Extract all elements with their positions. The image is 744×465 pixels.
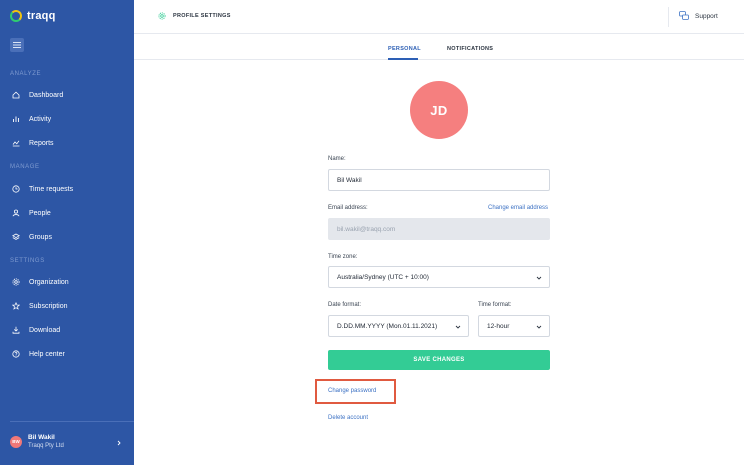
sidebar-item-people[interactable]: People bbox=[0, 203, 134, 223]
clock-icon bbox=[12, 185, 20, 193]
reports-icon bbox=[12, 140, 20, 147]
page-title: PROFILE SETTINGS bbox=[158, 12, 231, 20]
brand-name: traqq bbox=[27, 10, 56, 22]
sidebar-item-activity[interactable]: Activity bbox=[0, 109, 134, 129]
sidebar-item-label: Dashboard bbox=[29, 91, 64, 99]
sidebar-item-label: Help center bbox=[29, 350, 65, 358]
gear-icon bbox=[158, 12, 166, 20]
delete-account-link[interactable]: Delete account bbox=[328, 415, 368, 421]
page-title-text: PROFILE SETTINGS bbox=[173, 13, 231, 19]
chevron-right-icon bbox=[117, 440, 121, 446]
chat-icon bbox=[679, 11, 689, 20]
sidebar: traqq ANALYZE Dashboard Activity Reports… bbox=[0, 0, 134, 465]
timezone-value: Australia/Sydney (UTC + 10:00) bbox=[337, 273, 429, 281]
email-field: bil.wakil@traqq.com bbox=[328, 218, 550, 240]
sidebar-item-dashboard[interactable]: Dashboard bbox=[0, 85, 134, 105]
support-button[interactable]: Support bbox=[679, 11, 718, 21]
sidebar-item-label: Groups bbox=[29, 233, 52, 241]
sidebar-item-reports[interactable]: Reports bbox=[0, 133, 134, 153]
timezone-select[interactable]: Australia/Sydney (UTC + 10:00) bbox=[328, 266, 550, 288]
top-bar: PROFILE SETTINGS Support bbox=[134, 0, 744, 34]
user-profile-menu[interactable]: BW Bil Wakil Traqq Pty Ltd bbox=[10, 434, 126, 449]
email-value: bil.wakil@traqq.com bbox=[337, 225, 396, 233]
time-format-value: 12-hour bbox=[487, 322, 510, 330]
sidebar-item-download[interactable]: Download bbox=[0, 320, 134, 340]
sidebar-item-help-center[interactable]: Help center bbox=[0, 344, 134, 364]
sidebar-item-label: Organization bbox=[29, 278, 69, 286]
sidebar-item-time-requests[interactable]: Time requests bbox=[0, 179, 134, 199]
download-icon bbox=[12, 326, 20, 334]
time-format-label: Time format: bbox=[478, 302, 512, 308]
change-password-link[interactable]: Change password bbox=[328, 388, 376, 394]
name-value: Bil Wakil bbox=[337, 176, 362, 184]
tab-notifications[interactable]: NOTIFICATIONS bbox=[447, 46, 493, 52]
user-name: Bil Wakil bbox=[28, 434, 55, 441]
help-icon bbox=[12, 350, 20, 358]
date-format-label: Date format: bbox=[328, 302, 362, 308]
email-label: Email address: bbox=[328, 205, 368, 211]
save-changes-button[interactable]: SAVE CHANGES bbox=[328, 350, 550, 370]
time-format-select[interactable]: 12-hour bbox=[478, 315, 550, 337]
active-tab-indicator bbox=[388, 58, 418, 60]
chevron-down-icon bbox=[455, 325, 461, 329]
sidebar-item-label: Reports bbox=[29, 139, 54, 147]
timezone-label: Time zone: bbox=[328, 254, 358, 260]
section-label-analyze: ANALYZE bbox=[10, 71, 42, 77]
profile-avatar[interactable]: JD bbox=[410, 81, 468, 139]
avatar: BW bbox=[10, 435, 22, 448]
people-icon bbox=[12, 209, 20, 217]
home-icon bbox=[12, 91, 20, 99]
sidebar-item-label: People bbox=[29, 209, 51, 217]
sidebar-item-label: Subscription bbox=[29, 302, 68, 310]
date-format-select[interactable]: D.DD.MM.YYYY (Mon.01.11.2021) bbox=[328, 315, 469, 337]
user-company: Traqq Pty Ltd bbox=[28, 443, 64, 449]
header-divider bbox=[668, 7, 669, 27]
sidebar-item-label: Activity bbox=[29, 115, 52, 123]
gear-icon bbox=[12, 278, 20, 286]
tab-personal[interactable]: PERSONAL bbox=[388, 46, 421, 52]
sidebar-item-subscription[interactable]: Subscription bbox=[0, 296, 134, 316]
groups-icon bbox=[12, 233, 20, 240]
section-label-manage: MANAGE bbox=[10, 164, 40, 170]
user-info: Bil Wakil Traqq Pty Ltd bbox=[28, 434, 64, 449]
section-label-settings: SETTINGS bbox=[10, 258, 45, 264]
chevron-down-icon bbox=[536, 325, 542, 329]
traqq-logo-icon bbox=[10, 10, 22, 22]
star-icon bbox=[12, 302, 20, 310]
activity-icon bbox=[13, 116, 19, 122]
settings-tabs: PERSONAL NOTIFICATIONS bbox=[134, 34, 744, 60]
menu-toggle-button[interactable] bbox=[10, 38, 24, 52]
hamburger-icon bbox=[13, 42, 21, 48]
support-label: Support bbox=[695, 12, 718, 20]
name-label: Name: bbox=[328, 156, 346, 162]
name-field[interactable]: Bil Wakil bbox=[328, 169, 550, 191]
sidebar-item-label: Time requests bbox=[29, 185, 74, 193]
sidebar-item-organization[interactable]: Organization bbox=[0, 272, 134, 292]
change-email-link[interactable]: Change email address bbox=[488, 205, 548, 211]
sidebar-item-label: Download bbox=[29, 326, 61, 334]
sidebar-divider bbox=[10, 421, 134, 422]
chevron-down-icon bbox=[536, 276, 542, 280]
sidebar-item-groups[interactable]: Groups bbox=[0, 227, 134, 247]
date-format-value: D.DD.MM.YYYY (Mon.01.11.2021) bbox=[337, 322, 438, 330]
brand[interactable]: traqq bbox=[10, 10, 56, 22]
